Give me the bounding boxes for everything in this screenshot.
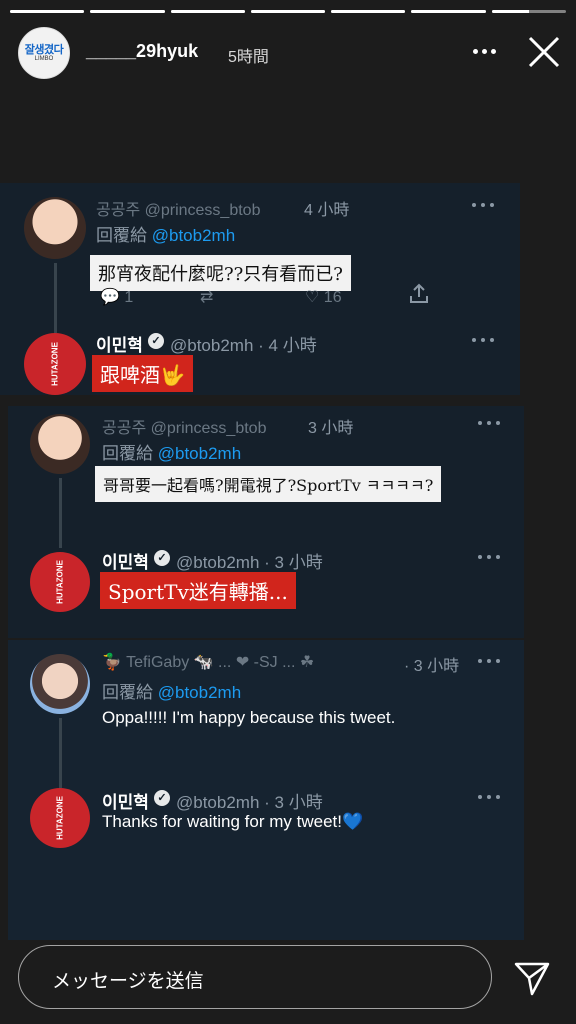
tweet-more-icon[interactable] xyxy=(478,555,500,561)
tweet-more-icon[interactable] xyxy=(472,203,494,209)
author-handle: @btob2mh · 4 小時 xyxy=(170,336,317,355)
verified-icon: ✓ xyxy=(154,550,170,566)
story-progress xyxy=(10,10,566,13)
tweet-text: Thanks for waiting for my tweet!💙 xyxy=(102,812,364,831)
author-name: 🦆 TefiGaby 🐄 ... ❤ -SJ ... ☘ xyxy=(102,654,315,671)
like-icon[interactable]: ♡ 16 xyxy=(305,287,342,307)
author-handle: @btob2mh · 3 小時 xyxy=(176,553,323,572)
thread-line xyxy=(59,718,62,788)
progress-segment xyxy=(250,10,326,13)
tweet-more-icon[interactable] xyxy=(478,659,500,665)
avatar-text: 잘생겼다 xyxy=(24,44,64,56)
tweet-screenshot-1: 공공주 @princess_btob 4 小時 回覆給 @btob2mh 那宵夜… xyxy=(0,183,520,395)
progress-segment xyxy=(170,10,245,13)
tweet-more-icon[interactable] xyxy=(478,795,500,801)
avatar xyxy=(30,414,90,474)
avatar xyxy=(30,654,90,714)
author-handle: @btob2mh · 3 小時 xyxy=(176,793,323,812)
profile-avatar[interactable]: 잘생겼다 LIMBO xyxy=(18,27,70,79)
author-name: 공공주 @princess_btob xyxy=(96,202,261,219)
tweet-time: 3 小時 xyxy=(308,420,354,437)
thread-line xyxy=(59,478,62,548)
thread-line xyxy=(54,263,57,333)
close-icon[interactable] xyxy=(526,34,562,70)
author-name: 공공주 @princess_btob xyxy=(102,420,267,437)
verified-icon: ✓ xyxy=(154,790,170,806)
progress-segment xyxy=(411,10,486,13)
tweet-text: SportTv迷有轉播... xyxy=(100,572,296,609)
tweet-text: 哥哥要一起看嗎?開電視了?SportTv ㅋㅋㅋㅋ? xyxy=(95,466,442,502)
reply-to: 回覆給 @btob2mh xyxy=(102,444,242,463)
author-name: 이민혁 xyxy=(102,553,149,572)
tweet-more-icon[interactable] xyxy=(478,421,500,427)
tweet-text: 那宵夜配什麼呢??只有看而已? xyxy=(90,255,351,291)
tweet-text: 跟啤酒🤟 xyxy=(92,355,193,392)
progress-segment xyxy=(90,10,165,13)
tweet-more-icon[interactable] xyxy=(472,338,494,344)
tweet-screenshot-3: 🦆 TefiGaby 🐄 ... ❤ -SJ ... ☘ · 3 小時 回覆給 … xyxy=(8,640,524,940)
reply-icon[interactable]: 💬 1 xyxy=(100,287,133,307)
story-time: 5時間 xyxy=(228,49,269,66)
verified-icon: ✓ xyxy=(148,333,164,349)
tweet-time: · 3 小時 xyxy=(404,658,460,675)
author-name: 이민혁 xyxy=(102,793,149,812)
tweet-text: Oppa!!!!! I'm happy because this tweet. xyxy=(102,708,396,727)
progress-segment-current xyxy=(491,10,566,13)
avatar-subtext: LIMBO xyxy=(34,56,54,62)
more-icon xyxy=(472,48,478,54)
reply-to: 回覆給 @btob2mh xyxy=(96,226,236,245)
tweet-time: 4 小時 xyxy=(304,202,350,219)
avatar: HUTAZONE xyxy=(30,788,90,848)
author-name: 이민혁 xyxy=(96,336,143,355)
avatar: HUTAZONE xyxy=(24,333,86,395)
share-icon[interactable] xyxy=(408,283,430,305)
avatar xyxy=(24,197,86,259)
retweet-icon[interactable]: ⇄ xyxy=(200,287,213,307)
reply-to: 回覆給 @btob2mh xyxy=(102,683,242,702)
message-placeholder: メッセージを送信 xyxy=(52,971,204,992)
tweet-screenshot-2: 공공주 @princess_btob 3 小時 回覆給 @btob2mh 哥哥要… xyxy=(8,406,524,638)
progress-segment xyxy=(331,10,406,13)
story-username[interactable]: _____29hyuk xyxy=(86,41,198,62)
progress-segment xyxy=(10,10,85,13)
avatar: HUTAZONE xyxy=(30,552,90,612)
send-icon[interactable] xyxy=(512,958,552,998)
more-options-button[interactable] xyxy=(470,36,498,66)
